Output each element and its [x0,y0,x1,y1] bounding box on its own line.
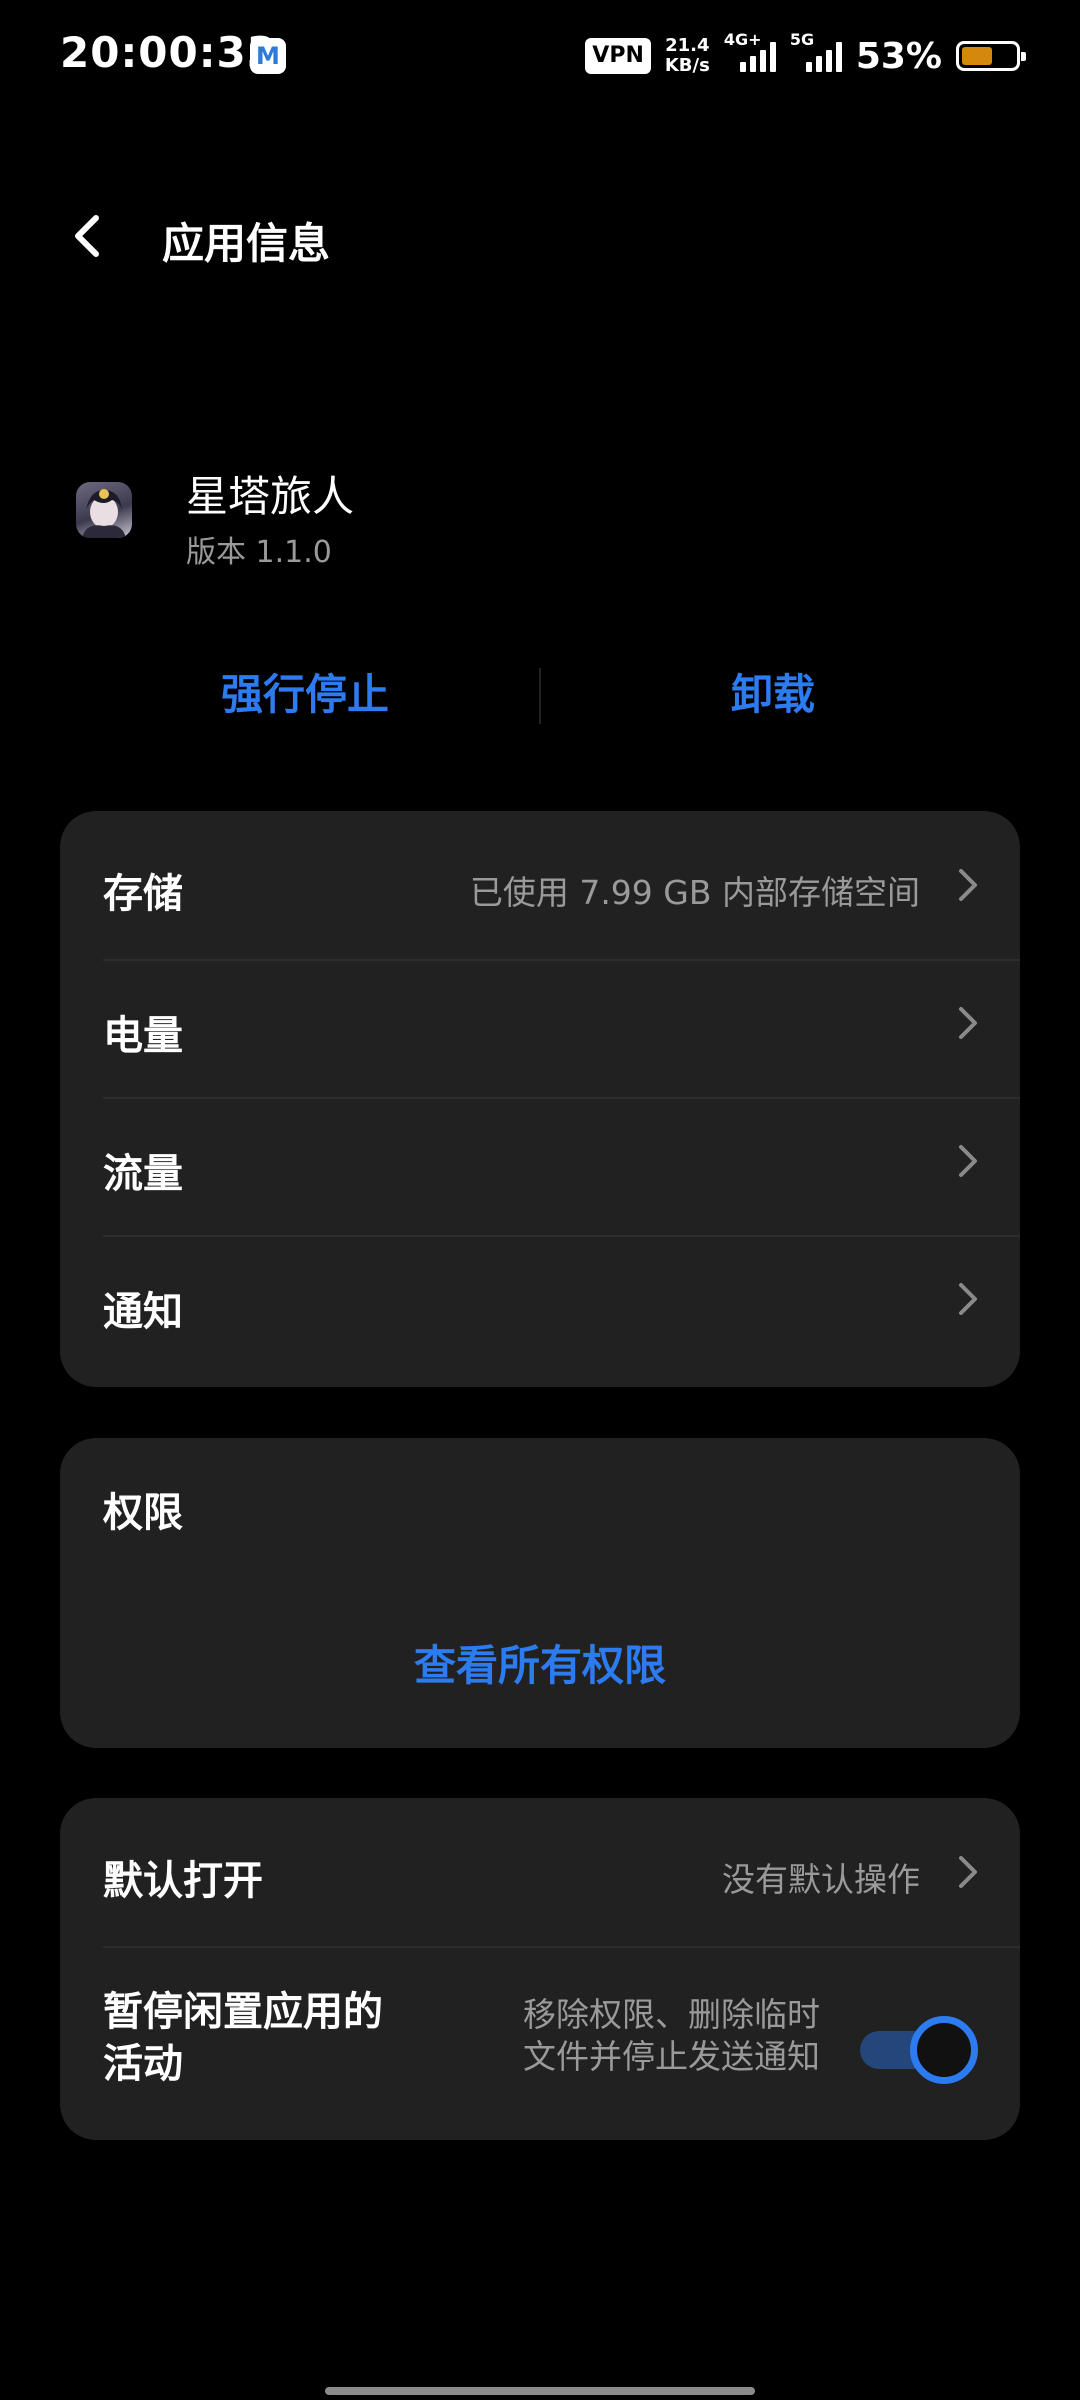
data-usage-row[interactable]: 流量 [60,1099,1020,1235]
mail-notification-icon: M [250,38,286,74]
chevron-right-icon [959,1145,977,1177]
app-version: 版本 1.1.0 [186,535,332,570]
permissions-title: 权限 [103,1490,183,1536]
home-indicator[interactable] [325,2387,755,2395]
network-speed: 21.4 KB/s [665,36,710,76]
actions-divider [539,668,541,724]
signal-sim2-icon: 5G [790,30,842,76]
battery-usage-row[interactable]: 电量 [60,961,1020,1097]
toggle-knob [910,2016,978,2084]
battery-usage-label: 电量 [103,1013,183,1059]
open-by-default-row[interactable]: 默认打开 没有默认操作 [60,1798,1020,1946]
pause-desc-line2: 文件并停止发送通知 [523,2037,820,2076]
chevron-right-icon [959,869,977,901]
app-actions: 强行停止 卸载 [0,650,1080,740]
network-speed-unit: KB/s [664,55,710,76]
notifications-row[interactable]: 通知 [60,1237,1020,1377]
network-speed-value: 21.4 [665,35,710,56]
permissions-card: 权限 查看所有权限 [60,1438,1020,1748]
open-by-default-value: 没有默认操作 [722,1860,920,1899]
chevron-left-icon [75,215,99,257]
pause-label-line2: 活动 [103,2041,183,2087]
status-bar: 20:00:33 M VPN 21.4 KB/s 4G+ 5G 53% [0,0,1080,110]
pause-inactive-app-description: 移除权限、删除临时 文件并停止发送通知 [523,1994,820,2078]
data-usage-label: 流量 [103,1151,183,1197]
force-stop-button[interactable]: 强行停止 [105,650,505,740]
app-info-screen: 20:00:33 M VPN 21.4 KB/s 4G+ 5G 53% 应用信息… [0,0,1080,2400]
view-all-permissions-link[interactable]: 查看所有权限 [60,1638,1020,1694]
details-card: 存储 已使用 7.99 GB 内部存储空间 电量 流量 通知 [60,811,1020,1387]
defaults-card: 默认打开 没有默认操作 暂停闲置应用的 活动 移除权限、删除临时 文件并停止发送… [60,1798,1020,2140]
uninstall-button[interactable]: 卸载 [573,650,973,740]
clock: 20:00:33 [60,28,277,77]
battery-icon [956,41,1026,71]
signal-sim1-icon: 4G+ [724,30,776,76]
header: 应用信息 [0,190,1080,290]
pause-label-line1: 暂停闲置应用的 [103,1989,383,2035]
status-icons: VPN 21.4 KB/s 4G+ 5G 53% [585,30,1026,82]
app-icon [76,482,132,538]
page-title: 应用信息 [162,219,331,268]
chevron-right-icon [959,1007,977,1039]
notifications-label: 通知 [103,1289,183,1335]
storage-row[interactable]: 存储 已使用 7.99 GB 内部存储空间 [60,811,1020,959]
app-name: 星塔旅人 [186,472,355,521]
chevron-right-icon [959,1283,977,1315]
pause-desc-line1: 移除权限、删除临时 [523,1995,820,2034]
pause-inactive-app-toggle[interactable] [860,2016,978,2084]
chevron-right-icon [959,1856,977,1888]
pause-inactive-app-label: 暂停闲置应用的 活动 [103,1986,383,2090]
open-by-default-label: 默认打开 [103,1858,263,1904]
vpn-icon: VPN [585,38,651,74]
back-button[interactable] [60,206,120,266]
storage-value: 已使用 7.99 GB 内部存储空间 [469,873,920,912]
storage-label: 存储 [103,871,183,917]
battery-percent: 53% [855,35,942,77]
